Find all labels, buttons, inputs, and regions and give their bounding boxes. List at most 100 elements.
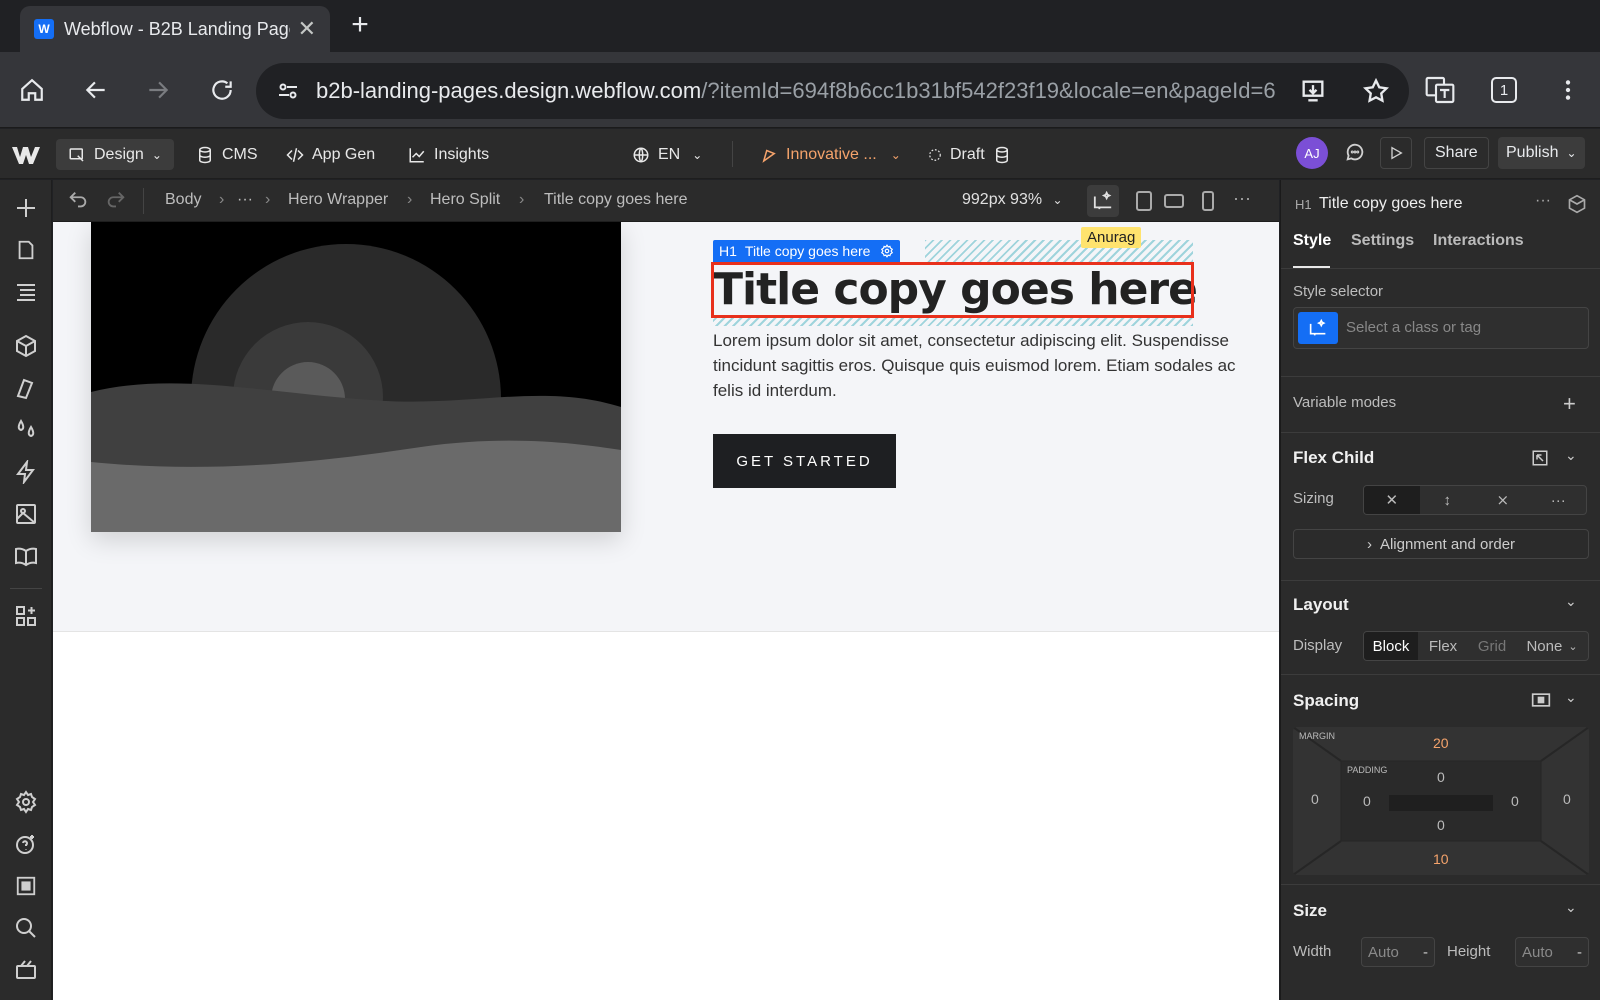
comments-icon[interactable] <box>1344 141 1366 163</box>
chevron-down-icon[interactable]: ⌄ <box>1565 689 1577 706</box>
mobile-portrait-breakpoint-icon[interactable] <box>1201 190 1215 212</box>
selected-element-label[interactable]: H1 Title copy goes here <box>713 240 901 262</box>
share-button[interactable]: Share <box>1424 137 1489 169</box>
hero-paragraph[interactable]: Lorem ipsum dolor sit amet, consectetur … <box>713 328 1253 403</box>
browser-tab[interactable]: W Webflow - B2B Landing Page ✕ <box>20 6 330 52</box>
breadcrumb-body[interactable]: Body <box>165 191 201 209</box>
branch-dropdown[interactable]: Innovative ... ⌄ <box>760 139 901 170</box>
webflow-logo-icon[interactable] <box>12 139 50 170</box>
navigator-icon[interactable] <box>12 278 40 306</box>
audit-panel-icon[interactable] <box>12 872 40 900</box>
preview-play-icon[interactable] <box>1380 137 1412 169</box>
hero-image-placeholder[interactable] <box>91 222 621 532</box>
padding-right-value[interactable]: 0 <box>1511 793 1519 809</box>
chevron-down-icon[interactable]: ⌄ <box>1565 899 1577 916</box>
chevron-down-icon[interactable]: ⌄ <box>1565 447 1577 464</box>
translate-icon[interactable] <box>1422 72 1458 108</box>
close-tab-icon[interactable]: ✕ <box>298 16 316 42</box>
insights-button[interactable]: Insights <box>408 139 489 170</box>
width-unit[interactable]: - <box>1423 944 1428 961</box>
add-variable-mode-icon[interactable]: + <box>1563 391 1576 417</box>
sizing-shrink-icon[interactable]: ✕ <box>1364 486 1420 514</box>
avatar[interactable]: AJ <box>1296 137 1328 169</box>
padding-bottom-value[interactable]: 0 <box>1437 817 1445 833</box>
chevron-down-icon[interactable]: ⌄ <box>1565 593 1577 610</box>
display-grid-option[interactable]: Grid <box>1468 632 1516 660</box>
hero-section[interactable]: H1 Title copy goes here Anurag Title cop… <box>53 222 1279 632</box>
style-guide-icon[interactable] <box>12 374 40 402</box>
address-bar[interactable]: b2b-landing-pages.design.webflow.com/?it… <box>256 63 1409 119</box>
breadcrumb-more[interactable]: ··· <box>237 191 253 209</box>
cms-collections-icon[interactable] <box>12 542 40 570</box>
margin-bottom-value[interactable]: 10 <box>1433 851 1449 867</box>
alignment-and-order-button[interactable]: › Alignment and order <box>1293 529 1589 559</box>
desktop-breakpoint-icon[interactable] <box>1087 185 1119 217</box>
height-input[interactable]: Auto - <box>1515 937 1589 967</box>
locale-dropdown[interactable]: EN ⌄ <box>632 139 702 170</box>
breadcrumb-hero-split[interactable]: Hero Split <box>430 191 500 209</box>
reload-icon[interactable] <box>204 72 240 108</box>
display-flex-option[interactable]: Flex <box>1418 632 1468 660</box>
height-unit[interactable]: - <box>1577 944 1582 961</box>
style-panel: H1 Title copy goes here ··· Style Settin… <box>1280 180 1600 1000</box>
mobile-landscape-breakpoint-icon[interactable] <box>1163 192 1185 210</box>
apps-icon[interactable] <box>12 602 40 630</box>
app-gen-button[interactable]: App Gen <box>286 139 375 170</box>
sizing-none-icon[interactable]: ⨯ <box>1475 486 1531 514</box>
display-block-option[interactable]: Block <box>1364 632 1418 660</box>
url-text[interactable]: b2b-landing-pages.design.webflow.com/?it… <box>316 78 1276 104</box>
more-options-icon[interactable]: ··· <box>1535 192 1551 210</box>
site-settings-icon[interactable] <box>276 79 300 103</box>
undo-icon[interactable] <box>67 189 89 211</box>
sizing-more-icon[interactable]: ··· <box>1531 486 1587 514</box>
help-icon[interactable] <box>12 830 40 858</box>
spacing-preset-icon[interactable] <box>1531 692 1551 708</box>
breadcrumb-hero-wrapper[interactable]: Hero Wrapper <box>288 191 388 209</box>
margin-left-value[interactable]: 0 <box>1311 791 1319 807</box>
margin-right-value[interactable]: 0 <box>1563 791 1571 807</box>
redo-icon[interactable] <box>105 189 127 211</box>
bookmark-star-icon[interactable] <box>1362 77 1390 105</box>
tab-counter-button[interactable]: 1 <box>1486 72 1522 108</box>
add-elements-icon[interactable] <box>12 194 40 222</box>
home-icon[interactable] <box>14 72 50 108</box>
selector-tag-icon <box>1298 312 1338 344</box>
more-options-icon[interactable]: ··· <box>1233 188 1251 209</box>
get-started-button[interactable]: GET STARTED <box>713 434 896 488</box>
create-component-icon[interactable] <box>1567 194 1587 214</box>
viewport-size-dropdown[interactable]: 992px 93% ⌄ <box>962 191 1063 209</box>
element-settings-gear-icon[interactable] <box>880 244 894 258</box>
width-input[interactable]: Auto - <box>1361 937 1435 967</box>
interactions-icon[interactable] <box>12 458 40 486</box>
padding-left-value[interactable]: 0 <box>1363 793 1371 809</box>
style-selector-input[interactable]: Select a class or tag <box>1293 307 1589 349</box>
chrome-menu-icon[interactable] <box>1550 72 1586 108</box>
tablet-breakpoint-icon[interactable] <box>1135 190 1153 212</box>
sizing-grow-icon[interactable]: ↕ <box>1420 486 1476 514</box>
settings-gear-icon[interactable] <box>12 788 40 816</box>
spacing-heading: Spacing <box>1293 691 1360 710</box>
margin-top-value[interactable]: 20 <box>1433 735 1449 751</box>
back-icon[interactable] <box>78 72 114 108</box>
design-mode-dropdown[interactable]: Design ⌄ <box>56 139 174 170</box>
pages-icon[interactable] <box>12 236 40 264</box>
padding-top-value[interactable]: 0 <box>1437 769 1445 785</box>
install-app-icon[interactable] <box>1299 77 1327 105</box>
assets-icon[interactable] <box>12 500 40 528</box>
forward-icon[interactable] <box>140 72 176 108</box>
variables-icon[interactable] <box>12 416 40 444</box>
search-icon[interactable] <box>12 914 40 942</box>
cms-button[interactable]: CMS <box>196 139 258 170</box>
components-icon[interactable] <box>12 332 40 360</box>
draft-status[interactable]: Draft <box>928 139 1019 170</box>
video-tutorials-icon[interactable] <box>12 956 40 984</box>
breadcrumb-current[interactable]: Title copy goes here <box>544 191 687 209</box>
flex-child-parent-icon[interactable] <box>1531 449 1549 467</box>
tab-settings[interactable]: Settings <box>1351 232 1414 250</box>
new-tab-button[interactable]: + <box>345 8 375 42</box>
tab-style[interactable]: Style <box>1293 232 1331 250</box>
tab-interactions[interactable]: Interactions <box>1433 232 1524 250</box>
display-none-dropdown[interactable]: None ⌄ <box>1516 632 1588 660</box>
design-canvas[interactable]: H1 Title copy goes here Anurag Title cop… <box>53 222 1279 1000</box>
publish-button[interactable]: Publish ⌄ <box>1498 137 1585 169</box>
